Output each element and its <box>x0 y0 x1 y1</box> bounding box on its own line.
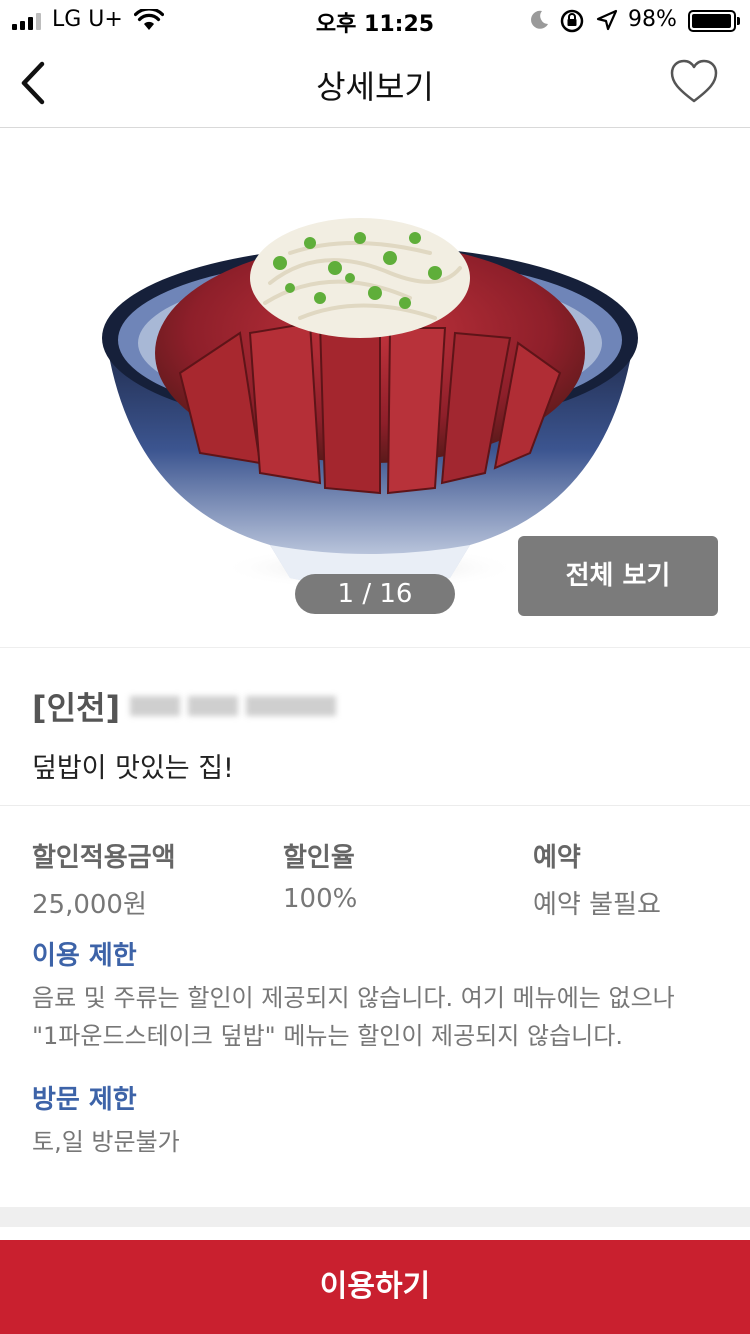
image-page-indicator: 1 / 16 <box>295 574 455 614</box>
reservation-value: 예약 불필요 <box>533 890 661 920</box>
discount-rate-label: 할인율 <box>283 843 355 873</box>
store-region: [인천] <box>32 689 121 727</box>
usage-limit-text-line2: "1파운드스테이크 덮밥" 메뉴는 할인이 제공되지 않습니다. <box>32 1022 623 1050</box>
nav-bar: 상세보기 <box>0 40 750 128</box>
store-name: [인천] <box>32 686 337 727</box>
usage-limit-text-line1: 음료 및 주류는 할인이 제공되지 않습니다. 여기 메뉴에는 없으나 <box>32 984 675 1012</box>
battery-icon <box>688 10 736 32</box>
favorite-button[interactable] <box>668 56 720 108</box>
battery-tip <box>737 17 740 25</box>
discount-rate-value: 100% <box>283 884 358 914</box>
coupon-info-section: 할인적용금액 25,000원 할인율 100% 예약 예약 불필요 이용 제한 … <box>0 807 750 1207</box>
image-gallery[interactable]: 1 / 16 전체 보기 <box>0 128 750 648</box>
usage-limit-heading: 이용 제한 <box>32 941 137 971</box>
status-bar: LG U+ 오후 11:25 98% <box>0 0 750 40</box>
heart-outline-icon <box>670 59 718 103</box>
section-divider <box>0 1207 750 1227</box>
location-arrow-icon <box>596 9 618 31</box>
view-all-photos-button[interactable]: 전체 보기 <box>518 536 718 616</box>
store-title-section: [인천] 덮밥이 맛있는 집! <box>0 648 750 806</box>
do-not-disturb-moon-icon <box>531 10 548 29</box>
battery-level-fill <box>692 14 732 28</box>
discount-rate-info: 할인율 100% <box>283 837 357 914</box>
reservation-label: 예약 <box>533 843 581 873</box>
visit-limit-text: 토,일 방문불가 <box>32 1128 180 1156</box>
use-coupon-button[interactable]: 이용하기 <box>0 1240 750 1334</box>
reservation-info: 예약 예약 불필요 <box>533 837 661 921</box>
redacted-store-name <box>130 696 337 716</box>
discount-amount-value: 25,000원 <box>32 890 147 920</box>
battery-percent: 98% <box>628 7 677 32</box>
discount-amount-label: 할인적용금액 <box>32 843 176 873</box>
visit-limit-heading: 방문 제한 <box>32 1085 137 1115</box>
page-title: 상세보기 <box>316 68 434 106</box>
store-subtitle: 덮밥이 맛있는 집! <box>32 753 234 784</box>
rotation-lock-icon <box>560 9 584 33</box>
discount-amount-info: 할인적용금액 25,000원 <box>32 837 176 921</box>
